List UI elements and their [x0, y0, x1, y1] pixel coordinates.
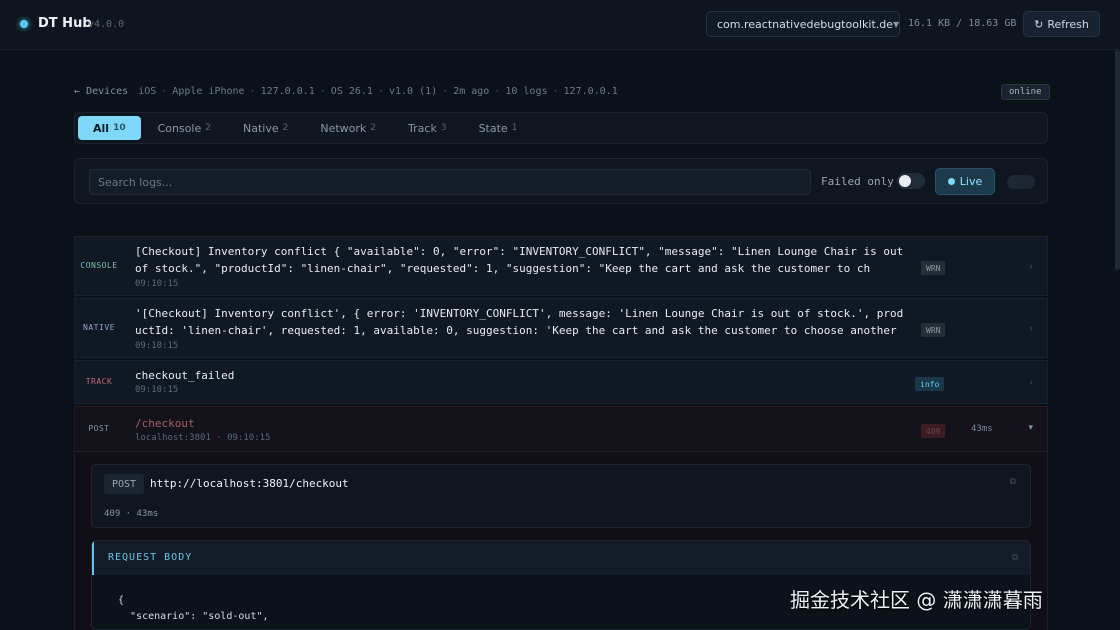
log-type: NATIVE — [83, 323, 115, 332]
chevron-right-icon: › — [1029, 262, 1033, 272]
app-selector-value: com.reactnativedebugtoolkit.de — [717, 17, 893, 31]
crumb-os: iOS — [138, 86, 157, 97]
chevron-down-icon: ▾ — [1028, 423, 1033, 433]
level-badge: WRN — [921, 261, 946, 275]
app-selector[interactable]: com.reactnativedebugtoolkit.de ▼ — [706, 11, 900, 37]
network-duration: 43ms — [971, 424, 993, 434]
log-row[interactable]: CONSOLE [Checkout] Inventory conflict { … — [74, 236, 1048, 296]
log-message: [Checkout] Inventory conflict { "availab… — [135, 245, 904, 275]
request-url: http://localhost:3801/checkout — [150, 477, 349, 490]
tab-all[interactable]: All 10 — [78, 116, 141, 140]
failed-only-label: Failed only — [821, 175, 894, 188]
refresh-icon: ↻ — [1034, 17, 1044, 31]
method-pill: POST — [104, 474, 145, 494]
crumb-host: 127.0.0.1 — [563, 86, 618, 97]
refresh-label: Refresh — [1047, 17, 1089, 31]
scrollbar[interactable] — [1115, 50, 1120, 270]
crumb-app-version: v1.0 (1) — [388, 86, 438, 97]
brand-name: DT Hub — [38, 16, 92, 31]
log-type: TRACK — [85, 377, 113, 386]
tab-network[interactable]: Network 2 — [305, 116, 391, 140]
log-row[interactable]: TRACK checkout_failed 09:10:15 info › — [74, 360, 1048, 404]
chevron-right-icon: › — [1029, 324, 1033, 334]
status-badge: 409 — [921, 424, 946, 438]
request-meta: 409 · 43ms — [104, 509, 159, 519]
log-message: '[Checkout] Inventory conflict', { error… — [135, 307, 904, 337]
refresh-button[interactable]: ↻ Refresh — [1023, 11, 1100, 37]
network-path: /checkout — [135, 417, 195, 430]
tab-console[interactable]: Console 2 — [143, 116, 226, 140]
copy-icon[interactable]: ⧉ — [1010, 477, 1016, 487]
chevron-right-icon: › — [1029, 378, 1033, 388]
log-row[interactable]: NATIVE '[Checkout] Inventory conflict', … — [74, 298, 1048, 358]
live-button[interactable]: Live — [935, 168, 995, 195]
network-row[interactable]: POST /checkout localhost:3801 · 09:10:15… — [74, 406, 1048, 452]
crumb-last-seen: 2m ago — [453, 86, 490, 97]
level-badge: WRN — [921, 323, 946, 337]
crumb-ip: 127.0.0.1 — [260, 86, 315, 97]
top-bar: DT Hub v4.0.0 com.reactnativedebugtoolki… — [0, 0, 1120, 50]
crumb-log-count: 10 logs — [505, 86, 548, 97]
log-type: CONSOLE — [80, 261, 118, 270]
request-body-title: REQUEST BODY — [108, 552, 193, 563]
request-body-code: { "scenario": "sold-out", — [118, 595, 269, 622]
log-time: 09:10:15 — [135, 385, 179, 395]
network-host-time: localhost:3801 · 09:10:15 — [135, 433, 271, 443]
back-link[interactable]: ← Devices — [74, 86, 128, 97]
url-card: POST http://localhost:3801/checkout 409 … — [91, 464, 1031, 528]
failed-only-toggle[interactable] — [897, 173, 925, 189]
log-time: 09:10:15 — [135, 341, 179, 351]
log-time: 09:10:15 — [135, 279, 179, 289]
crumb-os-version: OS 26.1 — [330, 86, 373, 97]
log-message: checkout_failed — [135, 369, 235, 382]
status-dot-icon — [20, 20, 28, 28]
live-label: Live — [959, 175, 983, 188]
tab-native[interactable]: Native 2 — [228, 116, 303, 140]
copy-icon[interactable]: ⧉ — [1012, 553, 1018, 563]
storage-usage: 16.1 KB / 18.63 GB — [908, 18, 1017, 29]
search-input[interactable] — [89, 169, 811, 195]
log-tabs: All 10 Console 2 Native 2 Network 2 Track 3 S… — [74, 112, 1048, 144]
crumb-device: Apple iPhone — [172, 86, 245, 97]
status-badge: online — [1001, 84, 1050, 100]
breadcrumb: ← Devices iOS · Apple iPhone · 127.0.0.1 · … — [74, 86, 618, 97]
log-type: POST — [88, 424, 110, 433]
tab-track[interactable]: Track 3 — [393, 116, 462, 140]
request-body-header[interactable]: REQUEST BODY ⧉ — [92, 541, 1030, 575]
settings-toggle[interactable] — [1007, 175, 1035, 189]
watermark: 掘金技术社区 @ 潇潇潇暮雨 — [790, 588, 1043, 612]
filter-bar: Failed only Live — [74, 158, 1048, 204]
live-dot-icon — [947, 178, 955, 185]
chevron-down-icon: ▼ — [893, 19, 900, 29]
level-badge: info — [915, 377, 945, 391]
tab-state[interactable]: State 1 — [464, 116, 533, 140]
brand-version: v4.0.0 — [88, 19, 125, 30]
